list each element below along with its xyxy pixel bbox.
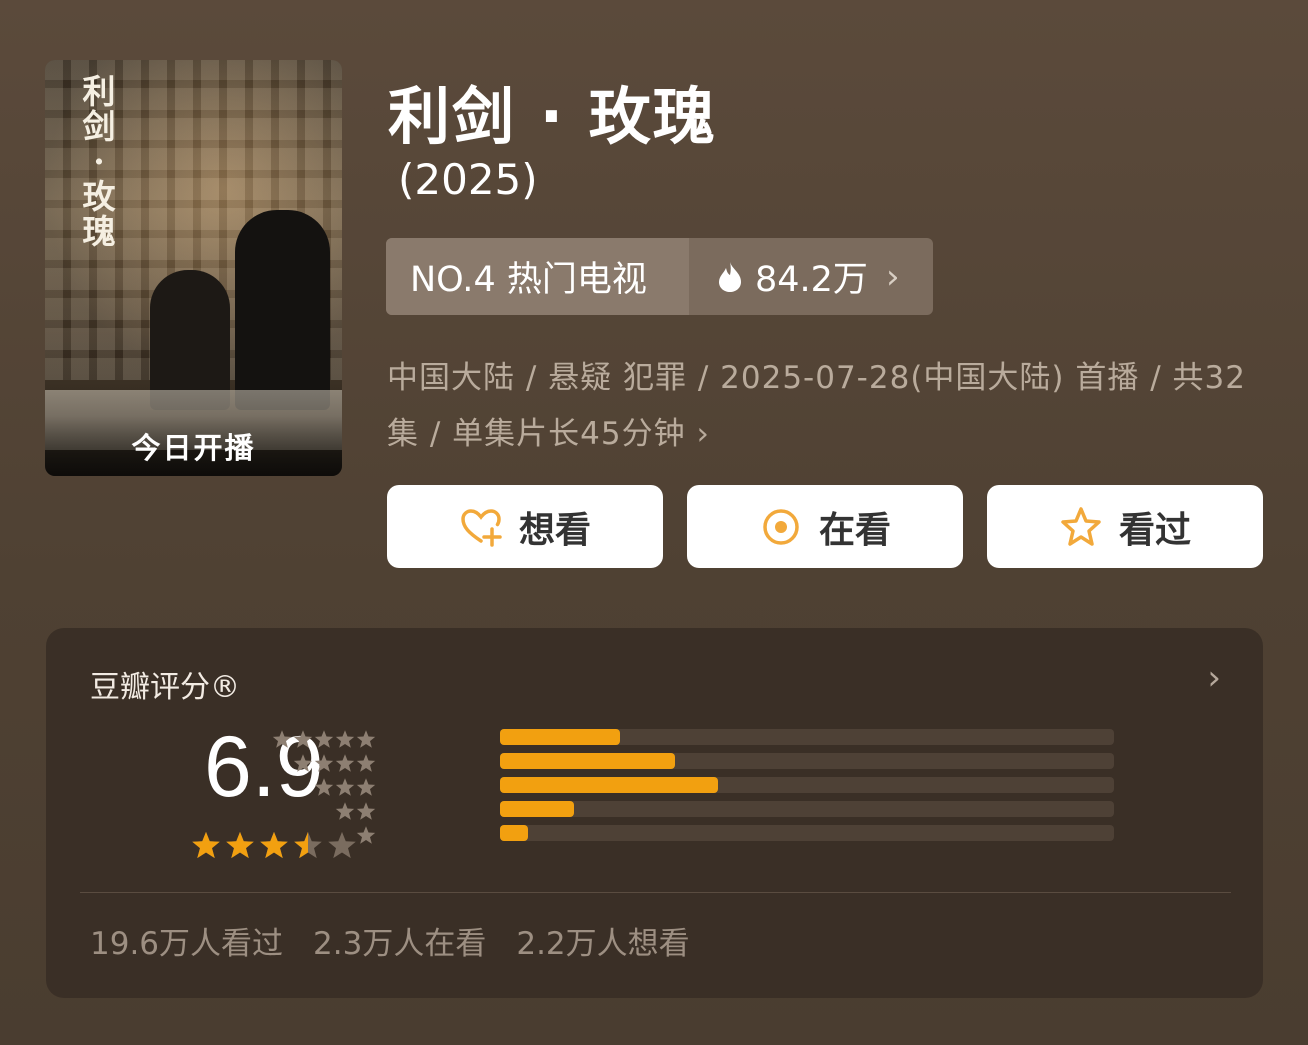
small-star-icon (356, 802, 376, 820)
want-count: 2.2万人想看 (516, 926, 690, 962)
meta-info[interactable]: 中国大陆 / 悬疑 犯罪 / 2025-07-28(中国大陆) 首播 / 共32… (387, 350, 1267, 462)
rating-bar-track (500, 801, 1114, 817)
watched-count: 19.6万人看过 (90, 926, 284, 962)
small-star-icon (272, 730, 292, 748)
flame-icon (719, 261, 741, 292)
row-stars (268, 801, 376, 821)
star-outline-icon (1061, 506, 1101, 546)
target-icon (763, 508, 799, 545)
ranking-box[interactable]: NO.4 热门电视 84.2万 › (386, 238, 933, 315)
rating-bar-track (500, 753, 1114, 769)
small-star-icon (356, 778, 376, 796)
row-stars (268, 753, 376, 773)
small-star-icon (335, 754, 355, 772)
small-star-icon (356, 754, 376, 772)
watched-label: 看过 (1118, 509, 1191, 551)
poster-figure-male (235, 210, 330, 410)
small-star-icon (314, 730, 334, 748)
meta-text: 中国大陆 / 悬疑 犯罪 / 2025-07-28(中国大陆) 首播 / 共32… (387, 360, 1246, 452)
row-stars (268, 729, 376, 749)
poster-figure-female (150, 270, 230, 410)
rating-card[interactable]: 豆瓣评分® › 6.9 19.6万人看过 2.3万人在看 2.2万人想看 (46, 628, 1263, 998)
rank-label[interactable]: NO.4 热门电视 (386, 238, 689, 315)
rating-bar-track (500, 825, 1114, 841)
rating-label: 豆瓣评分® (90, 670, 240, 705)
small-star-icon (335, 778, 355, 796)
heat-section[interactable]: 84.2万 › (689, 238, 933, 315)
rating-bar-fill (500, 729, 620, 745)
row-stars (268, 777, 376, 797)
chevron-right-icon: › (885, 256, 900, 297)
heat-value: 84.2万 (755, 260, 868, 300)
want-to-watch-label: 想看 (518, 509, 591, 551)
heart-plus-icon (461, 508, 502, 547)
rating-bar-fill (500, 753, 675, 769)
poster-title: 利剑·玫瑰 (82, 72, 116, 251)
rating-star-icon (192, 831, 220, 859)
small-star-icon (335, 802, 355, 820)
divider (80, 892, 1231, 893)
chevron-right-icon[interactable]: › (1207, 658, 1221, 698)
release-year: (2025) (398, 155, 538, 204)
small-star-icon (314, 754, 334, 772)
watched-button[interactable]: 看过 (987, 485, 1263, 568)
rating-star-icon (226, 831, 254, 859)
small-star-icon (293, 730, 313, 748)
small-star-icon (314, 778, 334, 796)
poster-image[interactable]: 利剑·玫瑰 今日开播 (45, 60, 342, 476)
rating-bar-fill (500, 825, 528, 841)
rating-bar-fill (500, 801, 574, 817)
watching-button[interactable]: 在看 (687, 485, 963, 568)
small-star-icon (356, 730, 376, 748)
rating-bar-fill (500, 777, 718, 793)
rating-stats: 19.6万人看过 2.3万人在看 2.2万人想看 (90, 918, 690, 963)
watching-label: 在看 (818, 509, 891, 551)
page-title: 利剑 · 玫瑰 (388, 80, 717, 153)
small-star-icon (293, 754, 313, 772)
row-stars (268, 825, 376, 845)
small-star-icon (356, 826, 376, 844)
watching-count: 2.3万人在看 (313, 926, 487, 962)
want-to-watch-button[interactable]: 想看 (387, 485, 663, 568)
chevron-right-icon: › (696, 416, 710, 452)
small-star-icon (335, 730, 355, 748)
rating-bar-track (500, 777, 1114, 793)
rating-bar-track (500, 729, 1114, 745)
poster-badge: 今日开播 (45, 416, 342, 476)
